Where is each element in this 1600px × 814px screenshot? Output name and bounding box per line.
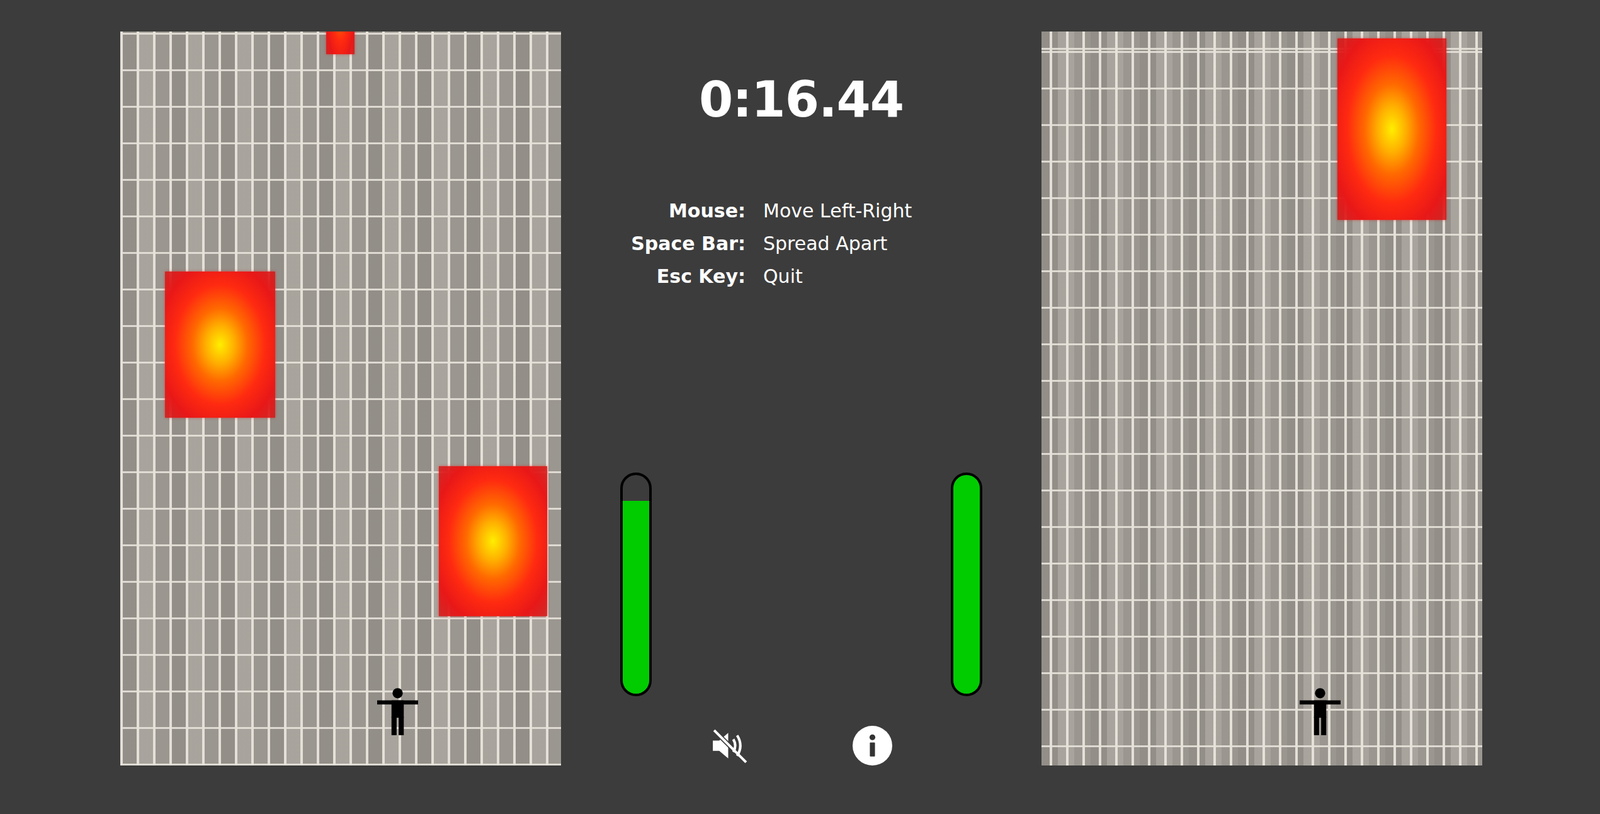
controls-help: Mouse: Move Left-Right Space Bar: Spread Ap… — [561, 127, 1042, 290]
fire-hazard — [164, 271, 276, 418]
controls-list: Mouse: Move Left-Right Space Bar: Spread Ap… — [561, 197, 912, 290]
sound-button[interactable] — [709, 724, 750, 766]
control-action: Move Left-Right — [763, 197, 912, 225]
info-button[interactable] — [851, 724, 893, 766]
meters-row — [561, 472, 1042, 696]
energy-meter — [950, 472, 983, 696]
info-icon — [851, 724, 893, 766]
control-action: Spread Apart — [763, 230, 912, 257]
muted-speaker-icon — [709, 724, 750, 766]
icon-row — [561, 724, 1042, 766]
energy-meter — [620, 472, 652, 696]
fire-hazard — [1337, 38, 1447, 220]
control-action: Quit — [763, 263, 912, 290]
hud-panel: 0:16.44 Mouse: Move Left-Right Space Bar: Sp… — [561, 31, 1042, 766]
timer: 0:16.44 — [561, 73, 1042, 128]
control-key: Esc Key: — [561, 263, 746, 290]
game-lane[interactable] — [1041, 31, 1483, 766]
energy-fill — [622, 500, 650, 693]
energy-fill — [953, 474, 980, 694]
player-icon — [1299, 687, 1341, 735]
control-key: Space Bar: — [561, 230, 746, 257]
game-lane[interactable] — [120, 31, 562, 766]
control-key: Mouse: — [561, 197, 746, 225]
fire-hazard — [326, 31, 355, 55]
player-icon — [377, 687, 419, 735]
fire-hazard — [438, 465, 548, 616]
